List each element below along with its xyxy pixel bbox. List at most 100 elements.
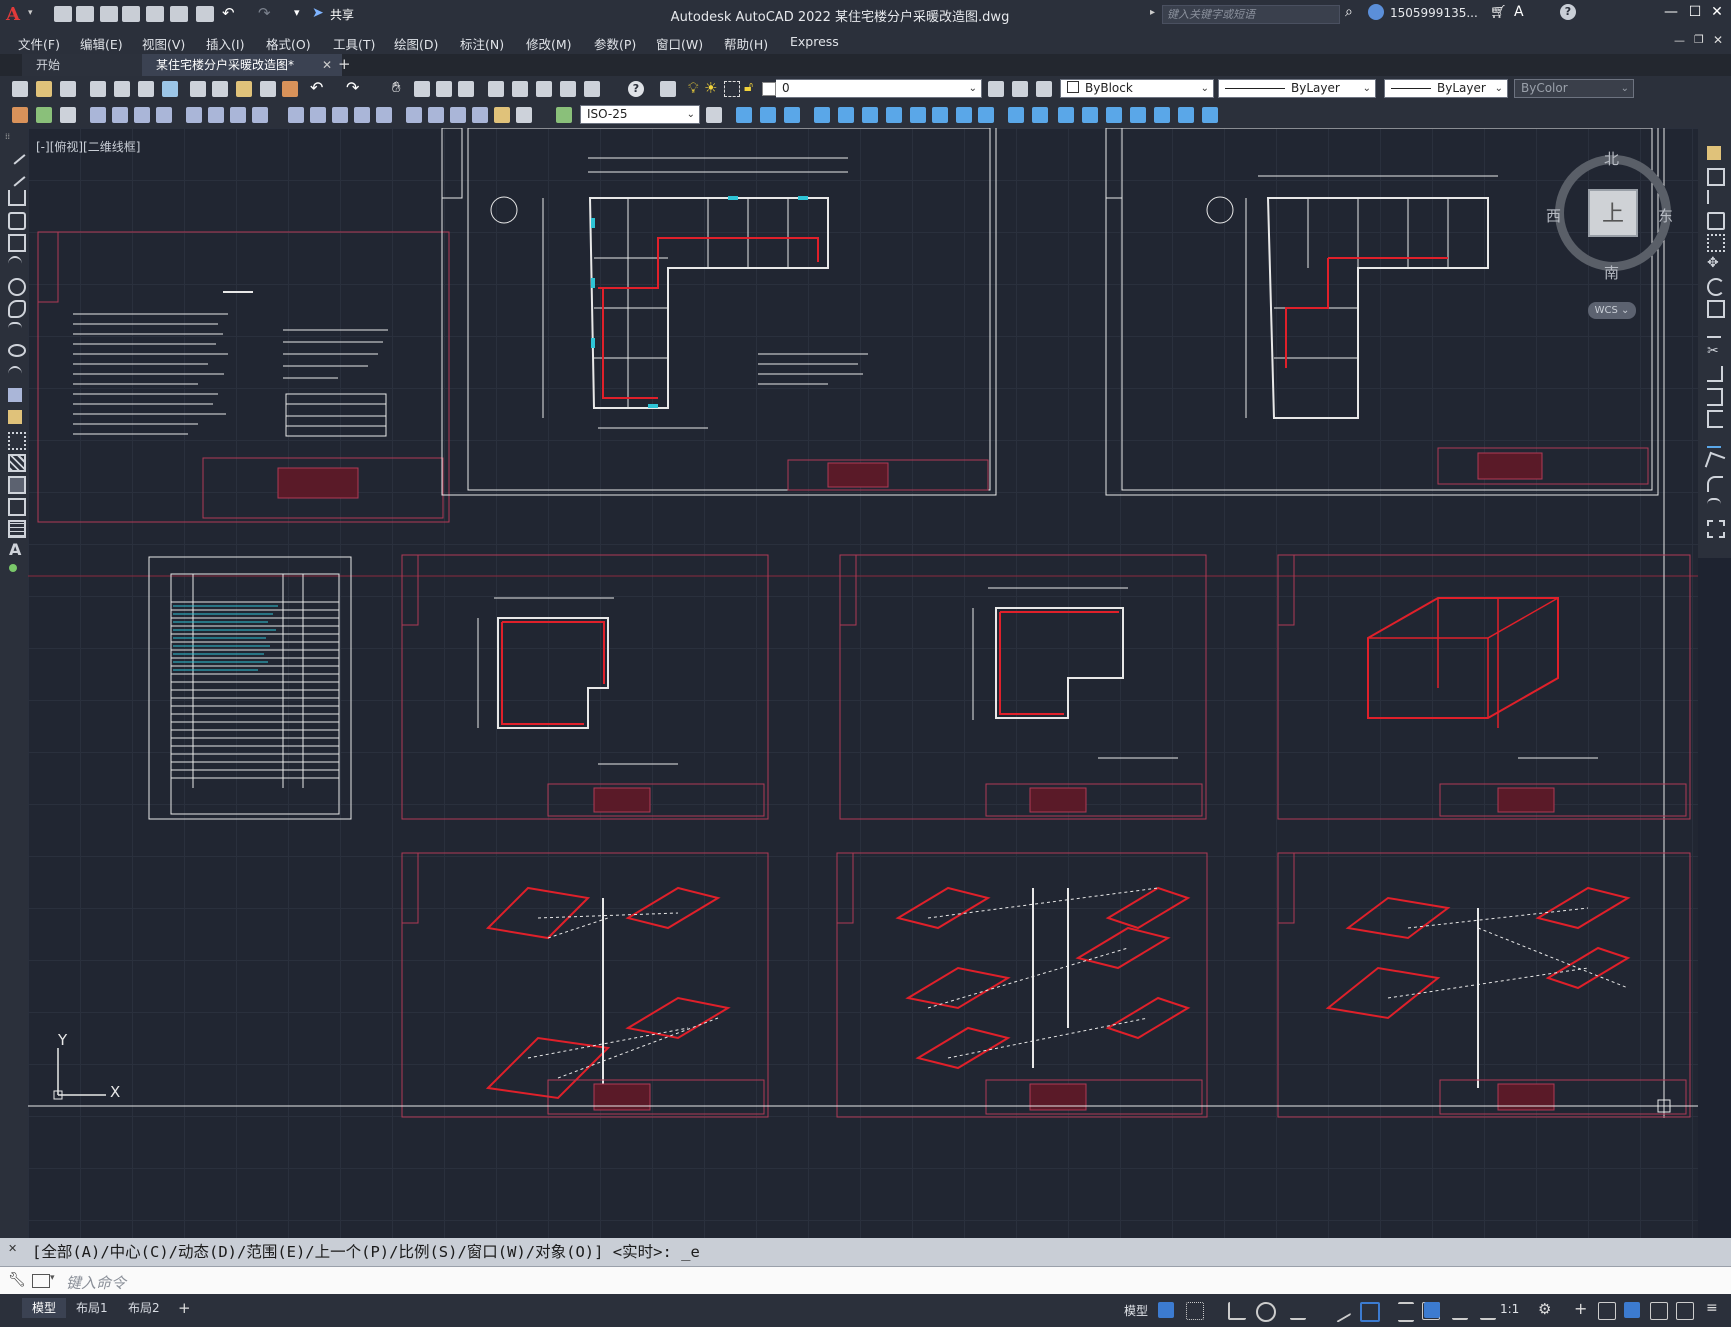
- zoom-window-icon[interactable]: [436, 81, 452, 97]
- explode-tool-icon[interactable]: [1707, 520, 1725, 538]
- arc-icon[interactable]: [8, 256, 22, 272]
- autocad-logo-icon[interactable]: A: [6, 4, 26, 25]
- layer-previous-icon[interactable]: [1012, 81, 1028, 97]
- fillet-tool-icon[interactable]: [1707, 476, 1723, 492]
- autodesk-app-icon[interactable]: A: [1514, 4, 1524, 20]
- object-snap-tracking-icon[interactable]: [1328, 1299, 1352, 1323]
- menu-help[interactable]: 帮助(H): [724, 34, 768, 53]
- inspection-icon[interactable]: [428, 107, 444, 123]
- circle-icon[interactable]: [8, 278, 26, 296]
- clean-screen-icon[interactable]: [1676, 1302, 1694, 1320]
- dim-style-dropdown[interactable]: ISO-25 ⌄: [580, 105, 700, 124]
- copy-tool-icon[interactable]: [1707, 168, 1725, 186]
- chamfer-icon[interactable]: [1032, 107, 1048, 123]
- dim-update-icon[interactable]: [516, 107, 532, 123]
- app-menu-chevron-icon[interactable]: ▾: [28, 8, 33, 18]
- toolbar-grip-icon[interactable]: ⁞⁞: [5, 132, 10, 141]
- annotation-scale-value[interactable]: 1:1: [1500, 1302, 1519, 1316]
- command-recent-icon[interactable]: [32, 1274, 50, 1288]
- move-icon[interactable]: [838, 107, 854, 123]
- hatch-icon[interactable]: [12, 107, 28, 123]
- dim-jogged-icon[interactable]: [186, 107, 202, 123]
- tolerance-icon[interactable]: [376, 107, 392, 123]
- lengthen-icon[interactable]: [1154, 107, 1170, 123]
- auto-scale-icon[interactable]: [1452, 1302, 1468, 1320]
- erase-tool-icon[interactable]: [1707, 146, 1721, 160]
- scale-icon[interactable]: [886, 107, 902, 123]
- trim-icon[interactable]: [932, 107, 948, 123]
- undo-icon[interactable]: ↶: [222, 4, 235, 22]
- search-input[interactable]: 键入关键字或短语: [1162, 5, 1340, 24]
- dim-text-edit-icon[interactable]: [494, 107, 510, 123]
- maximize-icon[interactable]: ☐: [1684, 4, 1706, 24]
- customize-wrench-icon[interactable]: 🔧︎: [8, 1272, 26, 1288]
- mirror-icon[interactable]: [760, 107, 776, 123]
- copy-icon[interactable]: [212, 81, 228, 97]
- isolate-objects-icon[interactable]: [1650, 1302, 1668, 1320]
- menu-insert[interactable]: 插入(I): [206, 34, 244, 53]
- toolbar-undo-icon[interactable]: ↶: [310, 78, 323, 97]
- trim-tool-icon[interactable]: ✂: [1707, 344, 1721, 358]
- ortho-icon[interactable]: [1228, 1302, 1246, 1320]
- quick-properties-icon[interactable]: [1624, 1302, 1640, 1318]
- make-block-icon[interactable]: [8, 410, 22, 424]
- share-icon[interactable]: ➤: [312, 5, 324, 21]
- jogged-linear-icon[interactable]: [450, 107, 466, 123]
- add-layout-icon[interactable]: +: [178, 1299, 191, 1317]
- quick-dim-icon[interactable]: [252, 107, 268, 123]
- dim-linear-icon[interactable]: [60, 107, 76, 123]
- rectangle-icon[interactable]: [8, 234, 26, 252]
- zoom-previous-icon[interactable]: [458, 81, 474, 97]
- block-icon[interactable]: [36, 107, 52, 123]
- doc-minimize-icon[interactable]: —: [1674, 34, 1685, 47]
- model-space-toggle[interactable]: 模型: [1124, 1302, 1148, 1319]
- table-icon[interactable]: [8, 520, 26, 538]
- pan-icon[interactable]: ✋︎: [392, 78, 401, 96]
- compass-east[interactable]: 东: [1658, 205, 1673, 226]
- menu-file[interactable]: 文件(F): [18, 34, 60, 53]
- menu-modify[interactable]: 修改(M): [526, 34, 572, 53]
- dim-break-icon[interactable]: [354, 107, 370, 123]
- menu-express[interactable]: Express: [790, 34, 839, 49]
- save-icon[interactable]: [60, 81, 76, 97]
- viewport-controls[interactable]: [-][俯视][二维线框]: [36, 138, 140, 155]
- menu-format[interactable]: 格式(O): [266, 34, 311, 53]
- customize-menu-icon[interactable]: ≡: [1706, 1300, 1718, 1316]
- center-mark-icon[interactable]: [406, 107, 422, 123]
- polar-icon[interactable]: [1256, 1302, 1276, 1322]
- object-snap-icon[interactable]: [1360, 1302, 1380, 1322]
- dim-radius-icon[interactable]: [156, 107, 172, 123]
- redo-icon[interactable]: ↷: [258, 4, 271, 22]
- move-tool-icon[interactable]: ✥: [1707, 256, 1721, 270]
- dim-space-icon[interactable]: [332, 107, 348, 123]
- sheet-set-icon[interactable]: [560, 81, 576, 97]
- layer-viewport-freeze-icon[interactable]: [724, 81, 740, 97]
- match-properties-icon[interactable]: [260, 81, 276, 97]
- web-mobile-icon[interactable]: [146, 6, 164, 22]
- viewcube-top-face[interactable]: 上: [1588, 189, 1638, 237]
- command-input[interactable]: 键入命令: [66, 1272, 126, 1293]
- dim-diameter-icon[interactable]: [208, 107, 224, 123]
- new-icon[interactable]: [12, 81, 28, 97]
- copy-object-icon[interactable]: [736, 107, 752, 123]
- 3d-print-icon[interactable]: [162, 81, 178, 97]
- compass-north[interactable]: 北: [1604, 148, 1619, 169]
- doc-restore-icon[interactable]: ❐: [1694, 33, 1704, 46]
- tab-drawing[interactable]: 某住宅楼分户采暖改造图* ✕: [142, 54, 342, 76]
- color-dropdown[interactable]: ByBlock ⌄: [1060, 79, 1214, 98]
- offset-icon[interactable]: [784, 107, 800, 123]
- array-icon[interactable]: [814, 107, 830, 123]
- units-icon[interactable]: [1598, 1302, 1616, 1320]
- menu-draw[interactable]: 绘图(D): [394, 34, 438, 53]
- stretch-icon[interactable]: [910, 107, 926, 123]
- menu-edit[interactable]: 编辑(E): [80, 34, 123, 53]
- ellipse-icon[interactable]: [8, 344, 26, 357]
- annotation-visibility-icon[interactable]: [1424, 1302, 1440, 1318]
- multiline-text-icon[interactable]: A: [9, 540, 21, 559]
- explode-icon[interactable]: [1082, 107, 1098, 123]
- cut-icon[interactable]: [190, 81, 206, 97]
- menu-window[interactable]: 窗口(W): [656, 34, 703, 53]
- break-at-point-icon[interactable]: [1707, 388, 1723, 406]
- dim-angular-icon[interactable]: [230, 107, 246, 123]
- tool-palettes-icon[interactable]: [536, 81, 552, 97]
